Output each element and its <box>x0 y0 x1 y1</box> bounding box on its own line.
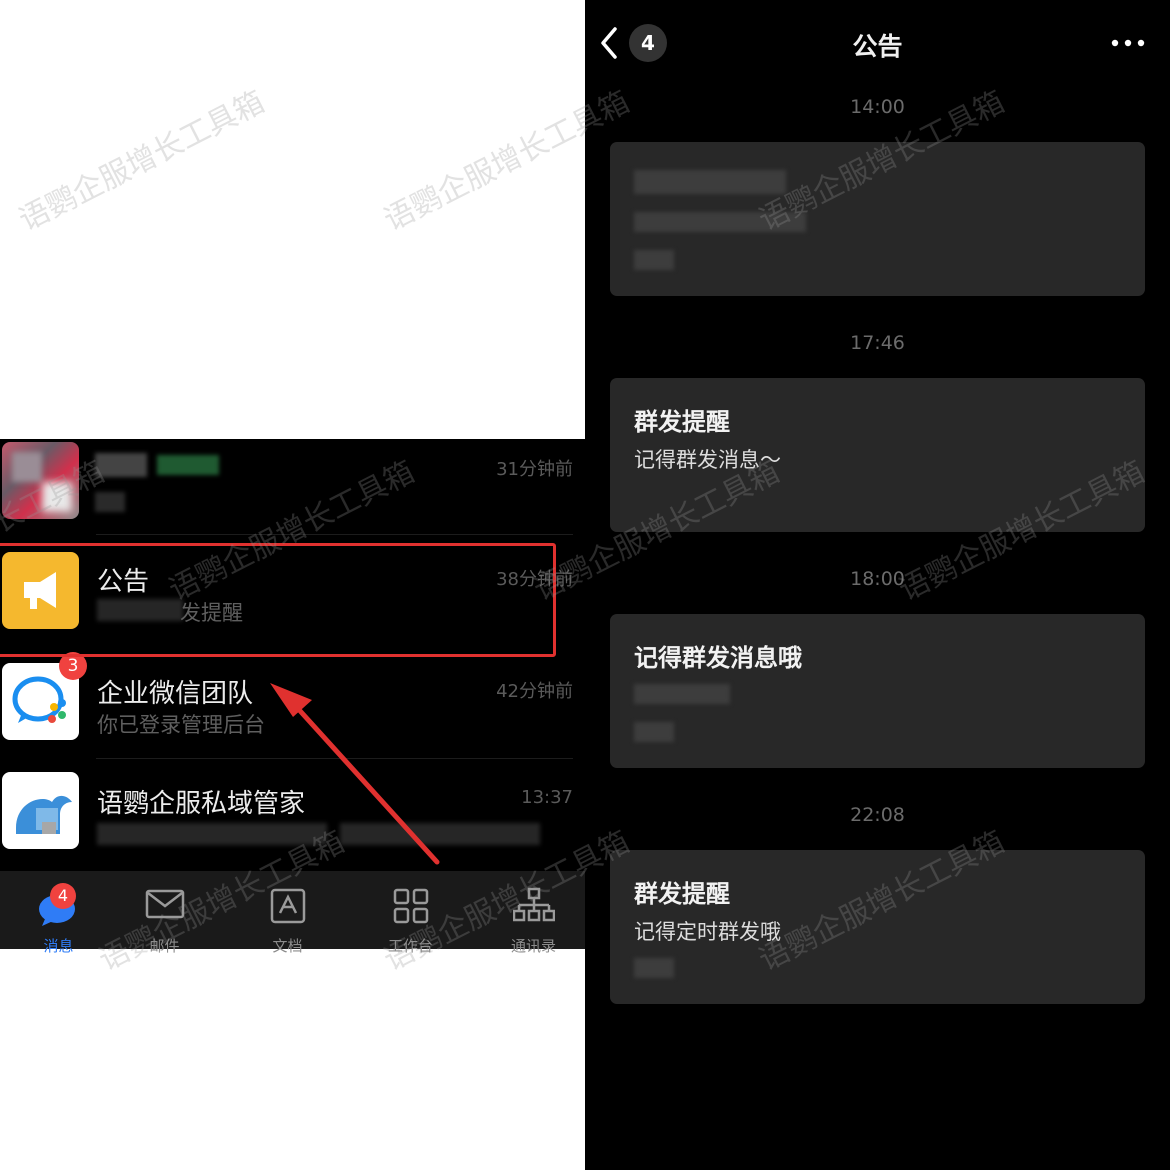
grid-icon <box>393 888 428 924</box>
tab-label: 工作台 <box>387 937 433 955</box>
announcement-card[interactable] <box>610 142 1145 296</box>
tab-docs[interactable]: 文档 <box>229 871 346 955</box>
card-body: 记得定时群发哦 <box>634 920 781 944</box>
blurred-footer <box>634 250 674 270</box>
tab-badge: 4 <box>50 883 76 909</box>
announcement-card[interactable]: 记得群发消息哦 <box>610 614 1145 768</box>
tab-contacts[interactable]: 通讯录 <box>475 871 585 955</box>
tab-label: 消息 <box>43 937 74 955</box>
tab-label: 通讯录 <box>510 937 556 955</box>
card-title: 群发提醒 <box>634 880 730 908</box>
message-timestamp: 14:00 <box>850 96 905 118</box>
announcement-card[interactable]: 群发提醒 记得群发消息～ <box>610 378 1145 532</box>
blurred-body <box>634 212 806 232</box>
blurred-body <box>634 684 730 704</box>
more-icon[interactable] <box>1110 36 1146 50</box>
blurred-footer <box>634 722 674 742</box>
announcement-card[interactable]: 群发提醒 记得定时群发哦 <box>610 850 1145 1004</box>
document-icon <box>270 888 305 924</box>
tab-messages[interactable]: 4 消息 <box>0 871 117 955</box>
tab-mail[interactable]: 邮件 <box>106 871 223 955</box>
blurred-title <box>634 170 786 194</box>
bottom-tab-bar: 4 消息 邮件 文档 工作台 通讯录 <box>0 871 585 955</box>
right-screenshot: 4 公告 14:00 17:46 群发提醒 记得群发消息～ 18:00 记得群发… <box>585 0 1170 1170</box>
message-timestamp: 17:46 <box>850 332 905 354</box>
tab-workbench[interactable]: 工作台 <box>352 871 469 955</box>
page-title: 公告 <box>852 32 903 61</box>
org-chart-icon <box>512 887 555 922</box>
card-title: 群发提醒 <box>634 408 730 436</box>
card-body: 记得群发消息～ <box>634 448 781 472</box>
tab-label: 邮件 <box>149 937 180 955</box>
tab-label: 文档 <box>272 937 303 955</box>
mail-icon <box>145 889 184 919</box>
left-screenshot: 31分钟前 公告 发提醒 38分钟前 3 企业微信团队 你已登录管理后台 42分… <box>0 0 585 1170</box>
card-title: 记得群发消息哦 <box>634 644 802 672</box>
red-arrow-annotation <box>270 683 440 865</box>
message-timestamp: 18:00 <box>850 568 905 590</box>
message-timestamp: 22:08 <box>850 804 905 826</box>
blurred-footer <box>634 958 674 978</box>
